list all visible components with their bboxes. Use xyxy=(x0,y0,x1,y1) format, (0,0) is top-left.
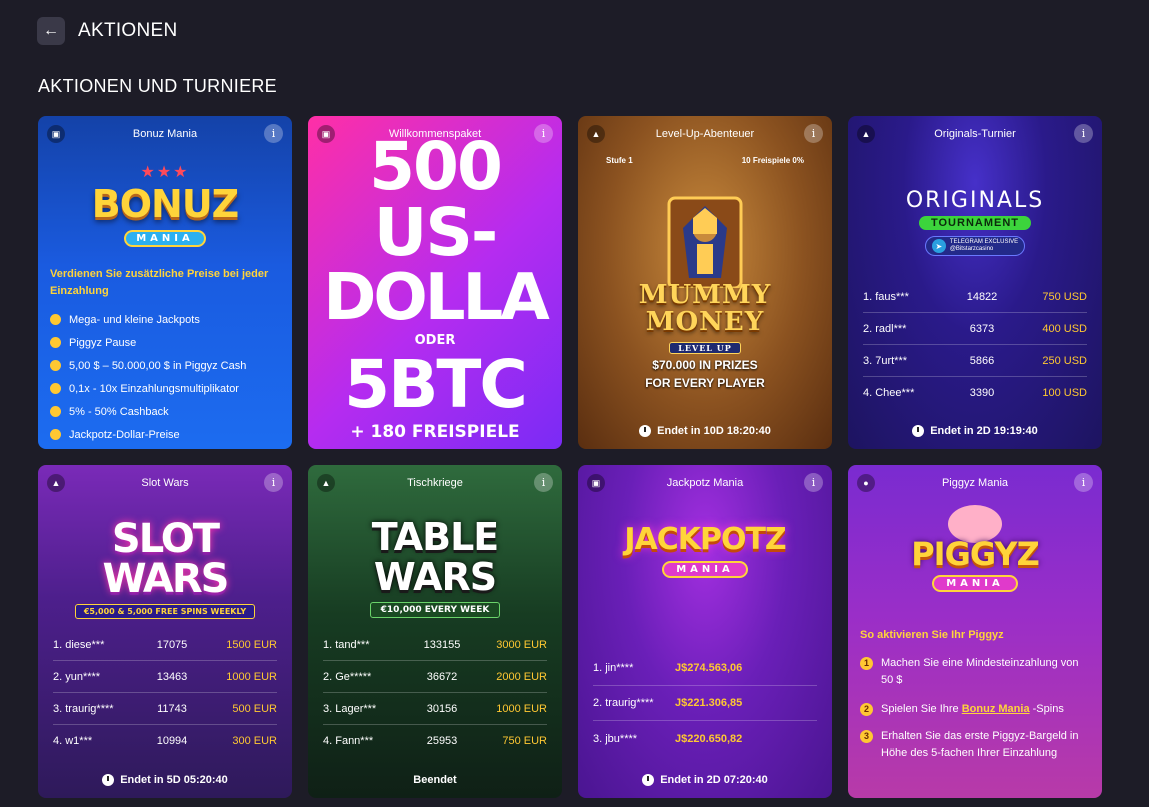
card-title: Piggyz Mania xyxy=(941,477,1009,489)
top-bar: ← AKTIONEN xyxy=(37,17,178,45)
section-title: AKTIONEN UND TURNIERE xyxy=(38,76,277,96)
list-item: 1 Machen Sie eine Mindesteinzahlung von 5… xyxy=(860,655,1092,689)
cash-icon xyxy=(50,360,61,371)
ended-status: Beendet xyxy=(413,774,457,786)
info-icon[interactable]: i xyxy=(534,124,553,143)
info-icon[interactable]: i xyxy=(264,124,283,143)
list-item: 3 Erhalten Sie das erste Piggyz-Bargeld i… xyxy=(860,728,1092,762)
feature-list: Mega- und kleine Jackpots Piggyz Pause 5… xyxy=(50,308,284,446)
list-item: 1. jin**** J$274.563,06 xyxy=(593,651,817,686)
trophy-icon: ▲ xyxy=(317,474,335,492)
countdown: Endet in 2D 07:20:40 xyxy=(578,774,832,786)
info-icon[interactable]: i xyxy=(1074,124,1093,143)
table-row: 3. traurig**** 11743 500 EUR xyxy=(53,693,277,725)
arrow-left-icon: ← xyxy=(43,22,59,39)
promo-card-level-up[interactable]: ▲ Level-Up-Abenteuer i Stufe 1 10 Freisp… xyxy=(578,116,832,449)
info-icon[interactable]: i xyxy=(534,473,553,492)
page-title: AKTIONEN xyxy=(78,20,178,41)
clock-icon xyxy=(639,425,652,437)
list-item: Mega- und kleine Jackpots xyxy=(50,308,284,331)
promotions-grid: ▣ Bonuz Mania i ★★★ BONUZ MANIA Verdiene… xyxy=(38,116,1102,798)
card-title: Tischkriege xyxy=(407,477,463,489)
card-title: Bonuz Mania xyxy=(132,128,198,140)
table-row: 2. Ge***** 36672 2000 EUR xyxy=(323,661,547,693)
card-title: Originals-Turnier xyxy=(934,128,1016,140)
card-title: Jackpotz Mania xyxy=(666,477,744,489)
table-row: 1. diese*** 17075 1500 EUR xyxy=(53,629,277,661)
promo-card-jackpotz-mania[interactable]: ▣ Jackpotz Mania i JACKPOTZ MANIA 1. jin… xyxy=(578,465,832,798)
table-row: 2. radl*** 6373 400 USD xyxy=(863,313,1087,345)
info-icon[interactable]: i xyxy=(1074,473,1093,492)
piggy-icon xyxy=(50,337,61,348)
countdown: Endet in 2D 19:19:40 xyxy=(848,425,1102,437)
list-item: 2 Spielen Sie Ihre Bonuz Mania -Spins xyxy=(860,701,1092,718)
jackpot-icon xyxy=(50,314,61,325)
gift-icon: ▣ xyxy=(47,125,65,143)
info-icon[interactable]: i xyxy=(804,473,823,492)
telegram-badge: ➤ TELEGRAM EXCLUSIVE @Bitstarzcasino xyxy=(924,236,1026,256)
promo-description: Verdienen Sie zusätzliche Preise bei jed… xyxy=(50,268,269,297)
trophy-icon xyxy=(50,429,61,440)
back-button[interactable]: ← xyxy=(37,17,65,45)
welcome-offer: 500 US- DOLLA ODER 5BTC + 180 FREISPIELE xyxy=(323,128,550,443)
list-item: 0,1x - 10x Einzahlungsmultiplikator xyxy=(50,377,284,400)
table-row: 2. yun**** 13463 1000 EUR xyxy=(53,661,277,693)
stage-progress: Stufe 1 10 Freispiele 0% xyxy=(606,156,804,165)
table-row: 4. Fann*** 25953 750 EUR xyxy=(323,735,547,747)
jackpotz-mania-logo: JACKPOTZ MANIA xyxy=(578,523,832,578)
info-icon[interactable]: i xyxy=(804,124,823,143)
card-title: Slot Wars xyxy=(141,477,189,489)
table-row: 4. Chee*** 3390 100 USD xyxy=(863,387,1087,399)
coin-icon xyxy=(50,383,61,394)
promo-card-table-wars[interactable]: ▲ Tischkriege i TABLE WARS €10,000 EVERY… xyxy=(308,465,562,798)
bonuz-mania-link[interactable]: Bonuz Mania xyxy=(962,703,1030,715)
gift-icon: ▣ xyxy=(317,125,335,143)
mummy-money-logo: MUMMY MONEY LEVEL UP $70.000 IN PRIZES F… xyxy=(638,280,772,391)
promo-card-bonuz-mania[interactable]: ▣ Bonuz Mania i ★★★ BONUZ MANIA Verdiene… xyxy=(38,116,292,449)
table-row: 1. tand*** 133155 3000 EUR xyxy=(323,629,547,661)
howto-heading: So aktivieren Sie Ihr Piggyz xyxy=(860,629,1004,641)
bonuz-mania-logo: BONUZ MANIA xyxy=(38,166,292,247)
clock-icon xyxy=(642,774,655,786)
leaderboard: 1. tand*** 133155 3000 EUR 2. Ge***** 36672… xyxy=(323,629,547,757)
jackpot-winners: 1. jin**** J$274.563,06 2. traurig**** J$2… xyxy=(593,651,817,756)
countdown: Endet in 10D 18:20:40 xyxy=(578,425,832,437)
card-title: Willkommenspaket xyxy=(388,128,482,140)
table-wars-logo: TABLE WARS €10,000 EVERY WEEK xyxy=(308,517,562,618)
pharaoh-illustration xyxy=(667,196,743,288)
list-item: Piggyz Pause xyxy=(50,331,284,354)
info-icon[interactable]: i xyxy=(264,473,283,492)
promo-card-welcome-package[interactable]: ▣ Willkommenspaket i 500 US- DOLLA ODER … xyxy=(308,116,562,449)
list-item: 2. traurig**** J$221.306,85 xyxy=(593,686,817,721)
piggy-bank-icon: ● xyxy=(857,474,875,492)
card-title: Level-Up-Abenteuer xyxy=(655,128,755,140)
table-row: 4. w1*** 10994 300 EUR xyxy=(53,735,277,747)
table-row: 3. Lager*** 30156 1000 EUR xyxy=(323,693,547,725)
trophy-icon: ▲ xyxy=(587,125,605,143)
activation-steps: 1 Machen Sie eine Mindesteinzahlung von 5… xyxy=(860,655,1092,774)
list-item: 5% - 50% Cashback xyxy=(50,400,284,423)
slot-wars-logo: SLOT WARS €5,000 & 5,000 FREE SPINS WEEK… xyxy=(38,519,292,619)
gift-icon: ▣ xyxy=(587,474,605,492)
table-row: 1. faus*** 14822 750 USD xyxy=(863,281,1087,313)
list-item: 3. jbu**** J$220.650,82 xyxy=(593,732,743,745)
telegram-icon: ➤ xyxy=(931,239,946,253)
originals-logo: ORIGINALS TOURNAMENT ➤ TELEGRAM EXCLUSIV… xyxy=(848,188,1102,256)
promo-card-piggyz-mania[interactable]: ● Piggyz Mania i PIGGYZ MANIA So aktivie… xyxy=(848,465,1102,798)
list-item: 5,00 $ – 50.000,00 $ in Piggyz Cash xyxy=(50,354,284,377)
list-item: Jackpotz-Dollar-Preise xyxy=(50,423,284,446)
trophy-icon: ▲ xyxy=(857,125,875,143)
promo-card-originals-tournament[interactable]: ▲ Originals-Turnier i ORIGINALS TOURNAME… xyxy=(848,116,1102,449)
clock-icon xyxy=(912,425,925,437)
trophy-icon: ▲ xyxy=(47,474,65,492)
gift-box-icon xyxy=(50,406,61,417)
countdown: Endet in 5D 05:20:40 xyxy=(38,774,292,786)
piggyz-mania-logo: PIGGYZ MANIA xyxy=(848,537,1102,592)
leaderboard: 1. diese*** 17075 1500 EUR 2. yun**** 13463… xyxy=(53,629,277,757)
promo-card-slot-wars[interactable]: ▲ Slot Wars i SLOT WARS €5,000 & 5,000 F… xyxy=(38,465,292,798)
leaderboard: 1. faus*** 14822 750 USD 2. radl*** 6373 400… xyxy=(863,281,1087,409)
clock-icon xyxy=(102,774,115,786)
table-row: 3. 7urt*** 5866 250 USD xyxy=(863,345,1087,377)
